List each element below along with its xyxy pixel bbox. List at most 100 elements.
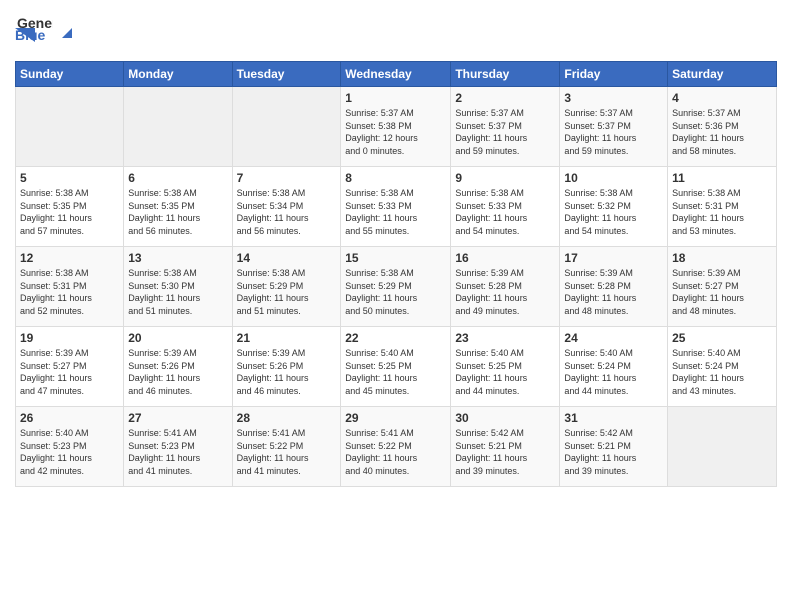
day-of-week-header: Monday (124, 62, 232, 87)
calendar-cell (232, 87, 341, 167)
day-info: Sunrise: 5:40 AM Sunset: 5:23 PM Dayligh… (20, 427, 119, 477)
day-number: 25 (672, 331, 772, 345)
day-number: 1 (345, 91, 446, 105)
calendar-cell: 24 Sunrise: 5:40 AM Sunset: 5:24 PM Dayli… (560, 327, 668, 407)
calendar-cell: 6 Sunrise: 5:38 AM Sunset: 5:35 PM Daylig… (124, 167, 232, 247)
day-info: Sunrise: 5:37 AM Sunset: 5:38 PM Dayligh… (345, 107, 446, 157)
day-number: 13 (128, 251, 227, 265)
calendar-cell: 29 Sunrise: 5:41 AM Sunset: 5:22 PM Dayli… (341, 407, 451, 487)
calendar-cell: 21Sunrise: 5:39 AM Sunset: 5:26 PM Dayli… (232, 327, 341, 407)
day-info: Sunrise: 5:38 AM Sunset: 5:29 PM Dayligh… (345, 267, 446, 317)
day-number: 16 (455, 251, 555, 265)
calendar-cell: 23 Sunrise: 5:40 AM Sunset: 5:25 PM Dayli… (451, 327, 560, 407)
calendar-cell: 3 Sunrise: 5:37 AM Sunset: 5:37 PM Daylig… (560, 87, 668, 167)
calendar-cell: 7Sunrise: 5:38 AM Sunset: 5:34 PM Daylig… (232, 167, 341, 247)
calendar-cell (668, 407, 777, 487)
day-info: Sunrise: 5:40 AM Sunset: 5:24 PM Dayligh… (564, 347, 663, 397)
calendar-cell: 14Sunrise: 5:38 AM Sunset: 5:29 PM Dayli… (232, 247, 341, 327)
calendar-cell: 30Sunrise: 5:42 AM Sunset: 5:21 PM Dayli… (451, 407, 560, 487)
calendar-cell: 31Sunrise: 5:42 AM Sunset: 5:21 PM Dayli… (560, 407, 668, 487)
calendar-cell: 8Sunrise: 5:38 AM Sunset: 5:33 PM Daylig… (341, 167, 451, 247)
day-of-week-header: Sunday (16, 62, 124, 87)
day-number: 14 (237, 251, 337, 265)
calendar-cell: 19 Sunrise: 5:39 AM Sunset: 5:27 PM Dayli… (16, 327, 124, 407)
day-info: Sunrise: 5:39 AM Sunset: 5:26 PM Dayligh… (128, 347, 227, 397)
calendar-cell (16, 87, 124, 167)
day-info: Sunrise: 5:37 AM Sunset: 5:36 PM Dayligh… (672, 107, 772, 157)
day-number: 26 (20, 411, 119, 425)
calendar-cell: 28 Sunrise: 5:41 AM Sunset: 5:22 PM Dayli… (232, 407, 341, 487)
day-number: 24 (564, 331, 663, 345)
calendar-cell: 10Sunrise: 5:38 AM Sunset: 5:32 PM Dayli… (560, 167, 668, 247)
day-number: 29 (345, 411, 446, 425)
calendar-cell: 11Sunrise: 5:38 AM Sunset: 5:31 PM Dayli… (668, 167, 777, 247)
calendar-cell: 1 Sunrise: 5:37 AM Sunset: 5:38 PM Daylig… (341, 87, 451, 167)
calendar-week-row: 5 Sunrise: 5:38 AM Sunset: 5:35 PM Daylig… (16, 167, 777, 247)
calendar-week-row: 26 Sunrise: 5:40 AM Sunset: 5:23 PM Dayli… (16, 407, 777, 487)
calendar-cell: 16Sunrise: 5:39 AM Sunset: 5:28 PM Dayli… (451, 247, 560, 327)
calendar-cell: 15 Sunrise: 5:38 AM Sunset: 5:29 PM Dayli… (341, 247, 451, 327)
day-number: 3 (564, 91, 663, 105)
day-number: 23 (455, 331, 555, 345)
day-number: 2 (455, 91, 555, 105)
calendar-cell: 13 Sunrise: 5:38 AM Sunset: 5:30 PM Dayli… (124, 247, 232, 327)
day-number: 7 (237, 171, 337, 185)
day-info: Sunrise: 5:37 AM Sunset: 5:37 PM Dayligh… (564, 107, 663, 157)
day-info: Sunrise: 5:41 AM Sunset: 5:22 PM Dayligh… (345, 427, 446, 477)
day-info: Sunrise: 5:38 AM Sunset: 5:30 PM Dayligh… (128, 267, 227, 317)
calendar-week-row: 19 Sunrise: 5:39 AM Sunset: 5:27 PM Dayli… (16, 327, 777, 407)
day-number: 11 (672, 171, 772, 185)
day-number: 27 (128, 411, 227, 425)
calendar-cell: 4 Sunrise: 5:37 AM Sunset: 5:36 PM Daylig… (668, 87, 777, 167)
day-info: Sunrise: 5:40 AM Sunset: 5:24 PM Dayligh… (672, 347, 772, 397)
calendar-cell: 17 Sunrise: 5:39 AM Sunset: 5:28 PM Dayli… (560, 247, 668, 327)
svg-text:Blue: Blue (15, 27, 46, 43)
day-number: 15 (345, 251, 446, 265)
day-number: 20 (128, 331, 227, 345)
day-info: Sunrise: 5:40 AM Sunset: 5:25 PM Dayligh… (345, 347, 446, 397)
calendar-cell: 27 Sunrise: 5:41 AM Sunset: 5:23 PM Dayli… (124, 407, 232, 487)
day-number: 28 (237, 411, 337, 425)
day-info: Sunrise: 5:38 AM Sunset: 5:35 PM Dayligh… (20, 187, 119, 237)
logo: General Blue (15, 10, 75, 53)
day-number: 4 (672, 91, 772, 105)
day-info: Sunrise: 5:37 AM Sunset: 5:37 PM Dayligh… (455, 107, 555, 157)
day-info: Sunrise: 5:41 AM Sunset: 5:22 PM Dayligh… (237, 427, 337, 477)
calendar-week-row: 1 Sunrise: 5:37 AM Sunset: 5:38 PM Daylig… (16, 87, 777, 167)
day-number: 6 (128, 171, 227, 185)
day-info: Sunrise: 5:38 AM Sunset: 5:32 PM Dayligh… (564, 187, 663, 237)
day-info: Sunrise: 5:39 AM Sunset: 5:26 PM Dayligh… (237, 347, 337, 397)
day-number: 9 (455, 171, 555, 185)
calendar-body: 1 Sunrise: 5:37 AM Sunset: 5:38 PM Daylig… (16, 87, 777, 487)
day-info: Sunrise: 5:41 AM Sunset: 5:23 PM Dayligh… (128, 427, 227, 477)
logo-mark: General Blue (15, 10, 53, 53)
header: General Blue (15, 10, 777, 53)
day-number: 18 (672, 251, 772, 265)
day-info: Sunrise: 5:39 AM Sunset: 5:27 PM Dayligh… (20, 347, 119, 397)
day-of-week-header: Friday (560, 62, 668, 87)
day-number: 17 (564, 251, 663, 265)
day-number: 19 (20, 331, 119, 345)
calendar-cell: 26 Sunrise: 5:40 AM Sunset: 5:23 PM Dayli… (16, 407, 124, 487)
day-of-week-header: Wednesday (341, 62, 451, 87)
day-info: Sunrise: 5:40 AM Sunset: 5:25 PM Dayligh… (455, 347, 555, 397)
calendar-cell: 5 Sunrise: 5:38 AM Sunset: 5:35 PM Daylig… (16, 167, 124, 247)
day-number: 8 (345, 171, 446, 185)
day-number: 30 (455, 411, 555, 425)
logo-text (57, 24, 75, 40)
calendar-cell: 20 Sunrise: 5:39 AM Sunset: 5:26 PM Dayli… (124, 327, 232, 407)
calendar-week-row: 12Sunrise: 5:38 AM Sunset: 5:31 PM Dayli… (16, 247, 777, 327)
calendar-table: SundayMondayTuesdayWednesdayThursdayFrid… (15, 61, 777, 487)
day-info: Sunrise: 5:38 AM Sunset: 5:35 PM Dayligh… (128, 187, 227, 237)
page: General Blue (0, 0, 792, 497)
calendar-cell (124, 87, 232, 167)
day-info: Sunrise: 5:39 AM Sunset: 5:28 PM Dayligh… (564, 267, 663, 317)
day-of-week-header: Saturday (668, 62, 777, 87)
day-info: Sunrise: 5:39 AM Sunset: 5:27 PM Dayligh… (672, 267, 772, 317)
calendar-cell: 9Sunrise: 5:38 AM Sunset: 5:33 PM Daylig… (451, 167, 560, 247)
calendar-cell: 25 Sunrise: 5:40 AM Sunset: 5:24 PM Dayli… (668, 327, 777, 407)
calendar-cell: 18 Sunrise: 5:39 AM Sunset: 5:27 PM Dayli… (668, 247, 777, 327)
day-number: 5 (20, 171, 119, 185)
day-number: 22 (345, 331, 446, 345)
calendar-cell: 2 Sunrise: 5:37 AM Sunset: 5:37 PM Daylig… (451, 87, 560, 167)
